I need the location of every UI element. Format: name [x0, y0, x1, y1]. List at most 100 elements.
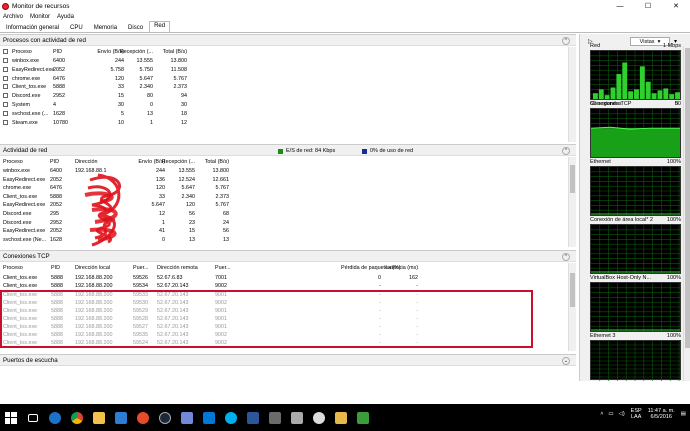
table-cell: System	[12, 102, 30, 108]
row-checkbox[interactable]	[3, 110, 8, 116]
graphs-scroll-thumb[interactable]	[685, 48, 690, 348]
menu-monitor[interactable]: Monitor	[30, 14, 50, 20]
photos-icon[interactable]	[264, 404, 286, 431]
resource-monitor-taskbar-icon[interactable]	[308, 404, 330, 431]
tab-red[interactable]: Red	[149, 21, 171, 32]
table-cell: PID	[53, 49, 62, 55]
traffic-bar	[657, 90, 663, 99]
table-row[interactable]: Steam.exe 10780 10 1 12	[3, 119, 193, 127]
skype-icon[interactable]	[220, 404, 242, 431]
processes-header[interactable]: Procesos con actividad de red ⌃	[0, 34, 576, 46]
task-view-icon[interactable]	[22, 404, 44, 431]
language-layout: LAA	[630, 414, 642, 420]
table-cell: 2052	[53, 66, 65, 73]
traffic-bar	[663, 88, 669, 99]
processes-scrollbar[interactable]	[568, 47, 576, 142]
table-cell: 5.767	[215, 185, 230, 192]
table-cell: Total (B/s)	[162, 49, 187, 55]
left-panel: Procesos con actividad de red ⌃ Proceso P…	[0, 34, 576, 381]
tab-general[interactable]: Información general	[1, 23, 64, 32]
chrome-icon[interactable]	[66, 404, 88, 431]
graph-svg	[591, 283, 680, 331]
winbox-icon[interactable]	[286, 404, 308, 431]
table-row[interactable]: Client_tos.exe 5888 33 2.340 2.373	[3, 84, 193, 91]
menu-archivo[interactable]: Archivo	[3, 14, 23, 20]
word-icon[interactable]	[242, 404, 264, 431]
notifications-icon[interactable]: ▤	[681, 411, 686, 417]
explorer-icon[interactable]	[88, 404, 110, 431]
tab-memoria[interactable]: Memoria	[89, 23, 122, 32]
start-button[interactable]	[0, 404, 22, 431]
table-row[interactable]: Client_tos.exe 5888 192.168.88.200 59534 52.…	[3, 283, 443, 290]
table-cell: 6400	[53, 58, 65, 64]
table-cell: 2052	[50, 202, 62, 209]
tcp-scrollbar[interactable]	[568, 263, 576, 351]
listen-header[interactable]: Puertos de escucha ⌄	[0, 354, 576, 366]
table-header[interactable]: Proceso PID Dirección local Puer... Direcció…	[3, 265, 443, 272]
table-cell: 18	[181, 110, 187, 117]
activity-header[interactable]: Actividad de red E/S de red: 84 Kbps 0% …	[0, 144, 576, 156]
media-icon[interactable]	[132, 404, 154, 431]
graph-title: Red	[590, 43, 601, 49]
traffic-bar	[628, 91, 634, 99]
language-indicator[interactable]: ESP LAA	[631, 408, 642, 420]
table-row[interactable]: chrome.exe 6476 120 5.647 5.767	[3, 75, 193, 83]
menu-ayuda[interactable]: Ayuda	[57, 14, 74, 20]
activity-scroll-thumb[interactable]	[570, 165, 575, 193]
collapse-icon[interactable]: ⌃	[562, 253, 570, 261]
chat-icon[interactable]	[176, 404, 198, 431]
table-row[interactable]: Discord.exe 2952 15 80 94	[3, 93, 193, 100]
traffic-bar	[616, 74, 622, 99]
table-header[interactable]: Proceso PID Dirección Envío (B/s) Recepción …	[3, 159, 253, 166]
tab-cpu[interactable]: CPU	[65, 23, 88, 32]
io-legend: E/S de red: 84 Kbps	[278, 148, 335, 154]
collapse-icon[interactable]: ⌃	[562, 147, 570, 155]
table-cell: 162	[409, 275, 418, 281]
expand-icon[interactable]: ⌄	[562, 357, 570, 365]
tcp-scroll-thumb[interactable]	[570, 273, 575, 307]
row-checkbox[interactable]	[3, 93, 8, 99]
tcp-header[interactable]: Conexiones TCP ⌃	[0, 250, 576, 262]
table-cell: Dirección local	[75, 265, 111, 271]
activity-scrollbar[interactable]	[568, 157, 576, 247]
traffic-bar	[610, 87, 616, 99]
table-cell: 13.800	[170, 58, 188, 64]
table-cell: Client_tos.exe	[3, 193, 38, 200]
clock[interactable]: 11:47 a. m. 6/5/2016	[648, 408, 675, 420]
folder-icon[interactable]	[330, 404, 352, 431]
table-row[interactable]: winbox.exe 6400 244 13.555 13.800	[3, 58, 193, 65]
table-row[interactable]: EasyRedirect.exe 2052 5.758 5.750 11.508	[3, 66, 193, 74]
app-icon[interactable]	[352, 404, 374, 431]
tray-arrow-icon[interactable]: ˄	[600, 411, 603, 417]
table-cell: 30	[181, 102, 187, 108]
row-checkbox[interactable]	[3, 66, 8, 72]
table-row[interactable]: System 4 30 0 30	[3, 102, 193, 109]
tab-disco[interactable]: Disco	[123, 23, 148, 32]
table-cell: Total (B/s)	[204, 159, 229, 165]
row-checkbox[interactable]	[3, 49, 8, 54]
table-cell: 5888	[50, 193, 62, 200]
tcp-section: Conexiones TCP ⌃ Proceso PID Dirección loc…	[0, 250, 576, 354]
row-checkbox[interactable]	[3, 84, 8, 90]
store-icon[interactable]	[110, 404, 132, 431]
graphs-scrollbar[interactable]	[683, 46, 690, 381]
edge-icon[interactable]	[44, 404, 66, 431]
table-header[interactable]: Proceso PID Envío (B/s) Recepción (... Total…	[3, 49, 193, 56]
table-cell: Latencia (ms)	[385, 265, 418, 271]
table-row[interactable]: svchost.exe (... 1628 5 13 18	[3, 110, 193, 118]
volume-icon[interactable]: ◁)	[619, 411, 625, 417]
table-cell: Client_tos.exe	[3, 283, 38, 289]
table-cell: 2952	[50, 219, 62, 226]
close-button[interactable]: ✕	[662, 0, 690, 12]
mail-icon[interactable]	[198, 404, 220, 431]
row-checkbox[interactable]	[3, 102, 8, 107]
row-checkbox[interactable]	[3, 75, 8, 81]
row-checkbox[interactable]	[3, 119, 8, 125]
table-row[interactable]: Client_tos.exe 5888 192.168.88.200 59526 52.…	[3, 275, 443, 282]
steam-icon[interactable]	[154, 404, 176, 431]
minimize-button[interactable]: —	[606, 0, 634, 12]
network-icon[interactable]: ▭	[608, 411, 613, 417]
row-checkbox[interactable]	[3, 58, 8, 63]
maximize-button[interactable]: ☐	[634, 0, 662, 12]
collapse-icon[interactable]: ⌃	[562, 37, 570, 45]
